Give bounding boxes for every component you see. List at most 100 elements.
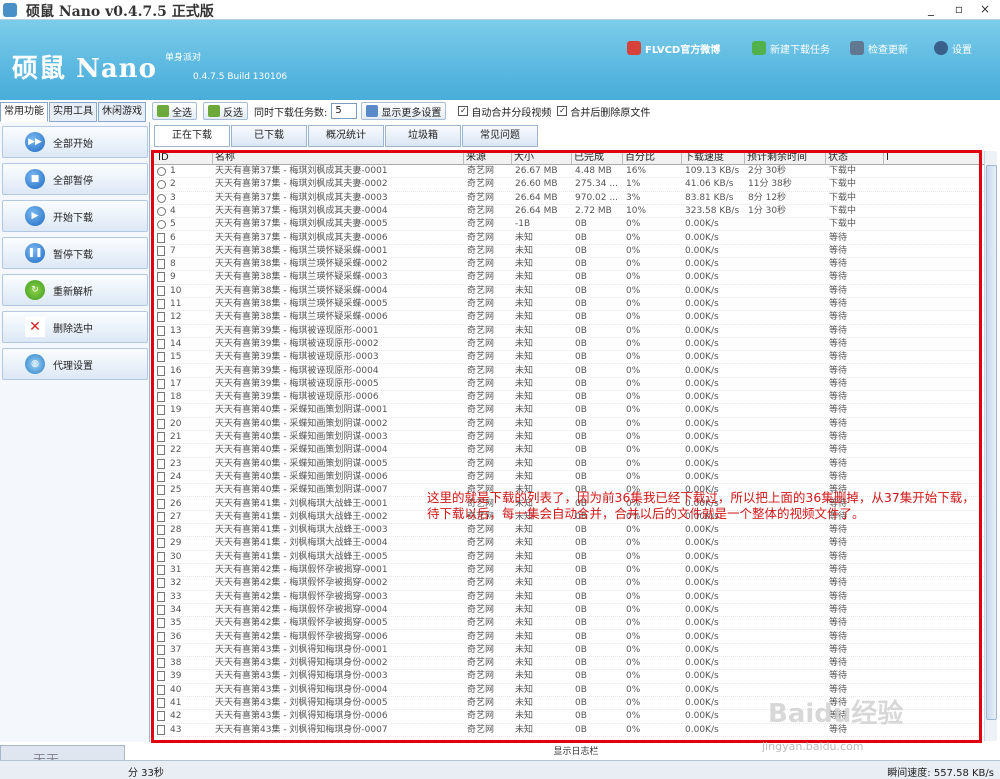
table-row[interactable]: 11 天天有喜第38集 - 梅琪兰瑛怀疑采蝶-0005 奇艺网 未知 0B 0% 0.00K… bbox=[153, 298, 984, 312]
col-eta[interactable]: 预计剩余时间 bbox=[744, 152, 807, 165]
cell-percent: 0% bbox=[626, 352, 641, 363]
download-list: ID 名称 来源 大小 已完成 百分比 下载速度 预计剩余时间 状态 I 1 天天… bbox=[153, 151, 984, 741]
table-row[interactable]: 38 天天有喜第43集 - 刘枫得知梅琪身份-0002 奇艺网 未知 0B 0% 0.00K… bbox=[153, 657, 984, 671]
col-status[interactable]: 状态 bbox=[825, 152, 848, 165]
col-speed[interactable]: 下载速度 bbox=[681, 152, 724, 165]
tab-common[interactable]: 常用功能 bbox=[0, 102, 48, 122]
cell-id: 27 bbox=[170, 511, 182, 522]
table-row[interactable]: 28 天天有喜第41集 - 刘枫梅琪大战蜂王-0003 奇艺网 未知 0B 0% 0.00K… bbox=[153, 524, 984, 538]
table-row[interactable]: 1 天天有喜第37集 - 梅琪刘枫成其夫妻-0001 奇艺网 26.67 MB 4.48… bbox=[153, 165, 984, 179]
vertical-scrollbar[interactable] bbox=[984, 151, 997, 741]
col-name[interactable]: 名称 bbox=[212, 152, 235, 165]
invert-selection-button[interactable]: 反选 bbox=[203, 102, 248, 120]
tab-tools[interactable]: 实用工具 bbox=[49, 102, 97, 122]
tab-downloading[interactable]: 正在下载 bbox=[154, 125, 230, 147]
table-row[interactable]: 6 天天有喜第37集 - 梅琪刘枫成其夫妻-0006 奇艺网 未知 0B 0% 0.00K/… bbox=[153, 232, 984, 245]
col-id[interactable]: ID bbox=[156, 152, 169, 165]
table-row[interactable]: 24 天天有喜第40集 - 采蝶知画策划阴谋-0006 奇艺网 未知 0B 0% 0.00K… bbox=[153, 471, 984, 485]
auto-merge-label: 自动合并分段视频 bbox=[471, 107, 552, 119]
table-row[interactable]: 37 天天有喜第43集 - 刘枫得知梅琪身份-0001 奇艺网 未知 0B 0% 0.00K… bbox=[153, 644, 984, 658]
start-all-button[interactable]: ▶▶ 全部开始 bbox=[2, 126, 148, 158]
table-row[interactable]: 13 天天有喜第39集 - 梅琪被诬现原形-0001 奇艺网 未知 0B 0% 0.00K/… bbox=[153, 325, 984, 338]
cell-status: 下载中 bbox=[829, 166, 857, 176]
cell-name: 天天有喜第43集 - 刘枫得知梅琪身份-0003 bbox=[215, 671, 388, 682]
cell-done: 2.72 MB bbox=[575, 205, 612, 216]
new-task-button[interactable]: 新建下载任务 bbox=[752, 40, 830, 56]
cell-size: 未知 bbox=[515, 711, 534, 722]
check-update-button[interactable]: 检查更新 bbox=[850, 40, 908, 56]
table-row[interactable]: 15 天天有喜第39集 - 梅琪被诬现原形-0003 奇艺网 未知 0B 0% 0.00K/… bbox=[153, 351, 984, 365]
table-row[interactable]: 12 天天有喜第38集 - 梅琪兰瑛怀疑采蝶-0006 奇艺网 未知 0B 0% 0.00K… bbox=[153, 311, 984, 325]
close-button[interactable]: × bbox=[976, 1, 994, 18]
tab-trash[interactable]: 垃圾箱 bbox=[385, 125, 461, 147]
settings-button[interactable]: 设置 bbox=[934, 40, 972, 56]
more-settings-button[interactable]: 显示更多设置 bbox=[361, 102, 447, 120]
cell-size: 未知 bbox=[515, 432, 534, 442]
table-row[interactable]: 18 天天有喜第39集 - 梅琪被诬现原形-0006 奇艺网 未知 0B 0% 0.00K/… bbox=[153, 391, 984, 405]
minimize-button[interactable]: _ bbox=[922, 1, 940, 18]
reparse-button[interactable]: ↻ 重新解析 bbox=[2, 274, 148, 306]
table-row[interactable]: 30 天天有喜第41集 - 刘枫梅琪大战蜂王-0005 奇艺网 未知 0B 0% 0.00K… bbox=[153, 551, 984, 564]
tab-games[interactable]: 休闲游戏 bbox=[98, 102, 146, 122]
table-row[interactable]: 31 天天有喜第42集 - 梅琪假怀孕被揭穿-0001 奇艺网 未知 0B 0% 0.00K… bbox=[153, 564, 984, 578]
tab-statistics[interactable]: 概况统计 bbox=[308, 125, 384, 147]
col-percent[interactable]: 百分比 bbox=[622, 152, 655, 165]
table-row[interactable]: 16 天天有喜第39集 - 梅琪被诬现原形-0004 奇艺网 未知 0B 0% 0.00K/… bbox=[153, 365, 984, 378]
table-row[interactable]: 35 天天有喜第42集 - 梅琪假怀孕被揭穿-0005 奇艺网 未知 0B 0% 0.00K… bbox=[153, 617, 984, 631]
delete-after-merge-checkbox[interactable]: ✓ bbox=[557, 106, 568, 116]
concurrent-spinner[interactable]: 5 bbox=[331, 103, 358, 119]
cell-done: 0B bbox=[575, 365, 587, 376]
col-extra[interactable]: I bbox=[883, 152, 889, 165]
table-row[interactable]: 29 天天有喜第41集 - 刘枫梅琪大战蜂王-0004 奇艺网 未知 0B 0% 0.00K… bbox=[153, 537, 984, 551]
table-row[interactable]: 21 天天有喜第40集 - 采蝶知画策划阴谋-0003 奇艺网 未知 0B 0% 0.00K… bbox=[153, 431, 984, 445]
table-row[interactable]: 22 天天有喜第40集 - 采蝶知画策划阴谋-0004 奇艺网 未知 0B 0% 0.00K… bbox=[153, 444, 984, 458]
table-row[interactable]: 10 天天有喜第38集 - 梅琪兰瑛怀疑采蝶-0004 奇艺网 未知 0B 0% 0.00K… bbox=[153, 285, 984, 298]
table-row[interactable]: 20 天天有喜第40集 - 采蝶知画策划阴谋-0002 奇艺网 未知 0B 0% 0.00K… bbox=[153, 418, 984, 431]
weibo-link[interactable]: FLVCD官方微博 bbox=[627, 40, 720, 56]
col-done[interactable]: 已完成 bbox=[571, 152, 604, 165]
tab-downloaded[interactable]: 已下载 bbox=[231, 125, 307, 147]
table-row[interactable]: 23 天天有喜第40集 - 采蝶知画策划阴谋-0005 奇艺网 未知 0B 0% 0.00K… bbox=[153, 458, 984, 471]
cell-done: 0B bbox=[575, 724, 587, 735]
table-row[interactable]: 9 天天有喜第38集 - 梅琪兰瑛怀疑采蝶-0003 奇艺网 未知 0B 0% 0.00K/… bbox=[153, 271, 984, 285]
table-row[interactable]: 33 天天有喜第42集 - 梅琪假怀孕被揭穿-0003 奇艺网 未知 0B 0% 0.00K… bbox=[153, 591, 984, 604]
file-icon bbox=[157, 392, 165, 403]
scroll-thumb[interactable] bbox=[986, 165, 997, 720]
col-size[interactable]: 大小 bbox=[511, 152, 534, 165]
table-row[interactable]: 7 天天有喜第38集 - 梅琪兰瑛怀疑采蝶-0001 奇艺网 未知 0B 0% 0.00K/… bbox=[153, 245, 984, 259]
table-row[interactable]: 39 天天有喜第43集 - 刘枫得知梅琪身份-0003 奇艺网 未知 0B 0% 0.00K… bbox=[153, 670, 984, 684]
table-row[interactable]: 14 天天有喜第39集 - 梅琪被诬现原形-0002 奇艺网 未知 0B 0% 0.00K/… bbox=[153, 338, 984, 352]
delete-selected-button[interactable]: ✕ 删除选中 bbox=[2, 311, 148, 343]
cell-done: 0B bbox=[575, 644, 587, 655]
start-download-button[interactable]: ▶ 开始下载 bbox=[2, 200, 148, 232]
globe-icon: ◍ bbox=[25, 354, 45, 374]
table-row[interactable]: 32 天天有喜第42集 - 梅琪假怀孕被揭穿-0002 奇艺网 未知 0B 0% 0.00K… bbox=[153, 577, 984, 591]
auto-merge-checkbox[interactable]: ✓ bbox=[458, 106, 469, 116]
cell-done: 4.48 MB bbox=[575, 166, 612, 176]
table-row[interactable]: 4 天天有喜第37集 - 梅琪刘枫成其夫妻-0004 奇艺网 26.64 MB 2.72… bbox=[153, 205, 984, 219]
select-all-button[interactable]: 全选 bbox=[152, 102, 197, 120]
pause-all-button[interactable]: ■ 全部暂停 bbox=[2, 163, 148, 195]
cell-speed: 0.00K/s bbox=[685, 551, 719, 562]
maximize-button[interactable]: ▫ bbox=[950, 1, 968, 18]
tab-faq[interactable]: 常见问题 bbox=[462, 125, 538, 147]
show-log-bar[interactable]: 显示日志栏 bbox=[152, 745, 1000, 759]
table-row[interactable]: 17 天天有喜第39集 - 梅琪被诬现原形-0005 奇艺网 未知 0B 0% 0.00K/… bbox=[153, 378, 984, 392]
proxy-settings-button[interactable]: ◍ 代理设置 bbox=[2, 348, 148, 380]
table-row[interactable]: 3 天天有喜第37集 - 梅琪刘枫成其夫妻-0003 奇艺网 26.64 MB 970.… bbox=[153, 192, 984, 205]
pause-download-button[interactable]: ❚❚ 暂停下载 bbox=[2, 237, 148, 269]
downloading-icon bbox=[157, 193, 166, 203]
cell-source: 奇艺网 bbox=[467, 471, 495, 482]
table-row[interactable]: 8 天天有喜第38集 - 梅琪兰瑛怀疑采蝶-0002 奇艺网 未知 0B 0% 0.00K/… bbox=[153, 258, 984, 272]
stop-icon: ■ bbox=[25, 169, 45, 189]
cell-speed: 0.00K/s bbox=[685, 525, 719, 536]
table-row[interactable]: 36 天天有喜第42集 - 梅琪假怀孕被揭穿-0006 奇艺网 未知 0B 0% 0.00K… bbox=[153, 631, 984, 644]
cell-status: 等待 bbox=[829, 618, 848, 629]
table-row[interactable]: 34 天天有喜第42集 - 梅琪假怀孕被揭穿-0004 奇艺网 未知 0B 0% 0.00K… bbox=[153, 604, 984, 618]
cell-size: 未知 bbox=[515, 418, 534, 429]
table-row[interactable]: 5 天天有喜第37集 - 梅琪刘枫成其夫妻-0005 奇艺网 -1B 0B 0% 0.00K… bbox=[153, 218, 984, 232]
refresh-icon: ↻ bbox=[25, 280, 45, 300]
table-row[interactable]: 19 天天有喜第40集 - 采蝶知画策划阴谋-0001 奇艺网 未知 0B 0% 0.00K… bbox=[153, 404, 984, 418]
col-source[interactable]: 来源 bbox=[463, 152, 486, 165]
table-row[interactable]: 2 天天有喜第37集 - 梅琪刘枫成其夫妻-0002 奇艺网 26.60 MB 275.… bbox=[153, 178, 984, 192]
